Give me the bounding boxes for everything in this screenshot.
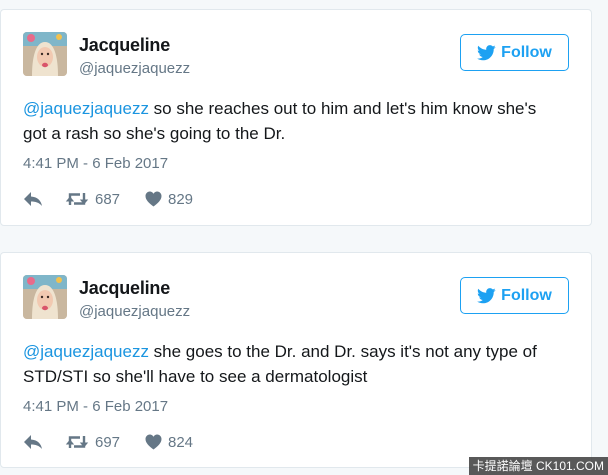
like-button[interactable]: 829 [145,191,193,208]
reply-arrow-icon [24,435,42,449]
retweet-button[interactable]: 687 [65,191,145,208]
retweet-count: 687 [95,190,121,208]
tweet-actions: 687 829 [23,188,193,210]
user-handle[interactable]: @jaquezjaquezz [79,60,190,77]
timestamp[interactable]: 4:41 PM - 6 Feb 2017 [23,398,168,415]
reply-button[interactable] [23,191,65,207]
like-count: 824 [168,433,194,451]
reply-button[interactable] [23,434,65,450]
retweet-button[interactable]: 697 [65,434,145,451]
reply-arrow-icon [24,192,42,206]
heart-icon [145,191,162,207]
display-name[interactable]: Jacqueline [79,278,170,299]
retweet-icon [65,436,89,448]
follow-button[interactable]: Follow [460,277,569,314]
heart-icon [145,434,162,450]
mention-link[interactable]: @jaquezjaquezz [23,342,149,361]
like-count: 829 [168,190,194,208]
watermark: 卡提諾論壇 CK101.COM [468,457,608,475]
follow-button-label: Follow [501,43,552,61]
user-handle[interactable]: @jaquezjaquezz [79,303,190,320]
tweet-text: @jaquezjaquezz so she reaches out to him… [23,96,563,146]
tweet-card: Jacqueline @jaquezjaquezz Follow @jaquez… [0,9,592,226]
display-name[interactable]: Jacqueline [79,35,170,56]
like-button[interactable]: 824 [145,434,193,451]
avatar[interactable] [23,32,67,76]
retweet-count: 697 [95,433,121,451]
tweet-actions: 697 824 [23,431,193,453]
mention-link[interactable]: @jaquezjaquezz [23,99,149,118]
tweet-screenshot: Jacqueline @jaquezjaquezz Follow @jaquez… [0,0,608,475]
follow-button[interactable]: Follow [460,34,569,71]
follow-button-label: Follow [501,286,552,304]
timestamp[interactable]: 4:41 PM - 6 Feb 2017 [23,155,168,172]
avatar[interactable] [23,275,67,319]
twitter-bird-icon [477,287,496,303]
tweet-card: Jacqueline @jaquezjaquezz Follow @jaquez… [0,252,592,468]
tweet-text: @jaquezjaquezz she goes to the Dr. and D… [23,339,563,389]
retweet-icon [65,193,89,205]
twitter-bird-icon [477,44,496,60]
